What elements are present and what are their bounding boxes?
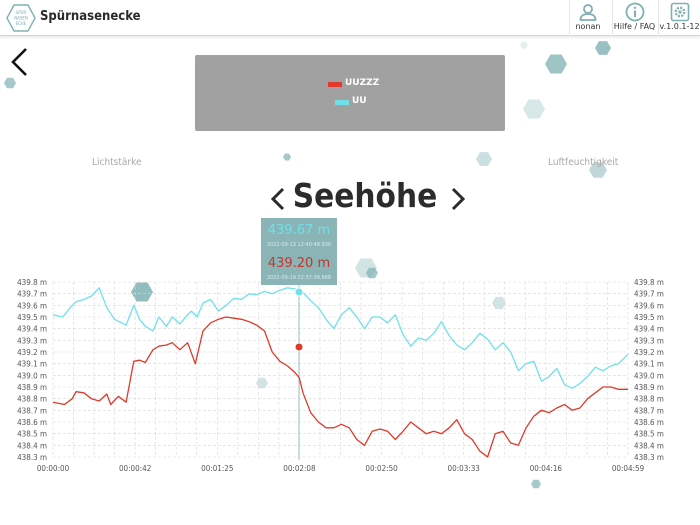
y-tick-label-right: 438.9 m bbox=[634, 383, 664, 392]
settings-button[interactable]: v.1.0.1-12 bbox=[658, 0, 700, 36]
app-header: SPÜR NASEN ECKE Spürnasenecke nonan Hilf… bbox=[0, 0, 700, 36]
y-tick-label-right: 438.6 m bbox=[634, 418, 664, 427]
user-button[interactable]: nonan bbox=[569, 0, 606, 36]
y-tick-label-left: 438.6 m bbox=[17, 418, 47, 427]
hexagon-shape bbox=[492, 296, 506, 310]
y-tick-label-right: 439.3 m bbox=[634, 336, 664, 345]
y-tick-label-right: 439.6 m bbox=[634, 301, 664, 310]
y-tick-label-left: 439.8 m bbox=[17, 278, 47, 287]
y-tick-label-left: 439.4 m bbox=[17, 325, 47, 334]
hover-point-series-2 bbox=[294, 342, 304, 352]
tooltip-value-2: 439.20 m bbox=[267, 256, 331, 271]
y-tick-label-left: 439.3 m bbox=[17, 336, 47, 345]
y-tick-label-right: 439.2 m bbox=[634, 348, 664, 357]
back-arrow-icon[interactable] bbox=[8, 46, 32, 78]
y-tick-label-left: 439.2 m bbox=[17, 348, 47, 357]
y-tick-label-right: 438.5 m bbox=[634, 430, 664, 439]
y-tick-label-right: 439.7 m bbox=[634, 290, 664, 299]
y-tick-label-right: 438.8 m bbox=[634, 395, 664, 404]
version-label: v.1.0.1-12 bbox=[659, 22, 700, 31]
x-tick-label: 00:04:59 bbox=[612, 464, 645, 473]
y-tick-label-right: 439.1 m bbox=[634, 360, 664, 369]
hexagon-shape bbox=[476, 152, 492, 166]
y-tick-label-left: 439.6 m bbox=[17, 301, 47, 310]
legend-label: UU bbox=[352, 96, 367, 106]
y-tick-label-left: 438.9 m bbox=[17, 383, 47, 392]
tooltip-time-2: 2022-09-19 22:57:09.668 bbox=[266, 275, 332, 281]
y-tick-label-right: 438.3 m bbox=[634, 453, 664, 462]
tooltip-time-1: 2022-09-13 12:40:48.930 bbox=[266, 242, 332, 248]
svg-text:ECKE: ECKE bbox=[16, 21, 27, 26]
y-tick-label-left: 438.3 m bbox=[17, 453, 47, 462]
hover-point-series-1 bbox=[294, 287, 304, 297]
hexagon-shape bbox=[545, 54, 567, 74]
x-tick-label: 00:03:33 bbox=[448, 464, 480, 473]
chart-tooltip: 439.67 m 2022-09-13 12:40:48.930 439.20 … bbox=[261, 218, 337, 285]
hexagon-shape bbox=[531, 479, 541, 489]
svg-text:NASEN: NASEN bbox=[14, 16, 28, 21]
user-label: nonan bbox=[575, 22, 601, 31]
x-tick-label: 00:00:00 bbox=[37, 464, 70, 473]
logo-icon[interactable]: SPÜR NASEN ECKE bbox=[6, 4, 36, 32]
hexagon-shape bbox=[283, 153, 291, 161]
metric-next-label[interactable]: Luftfeuchtigkeit bbox=[548, 157, 618, 168]
y-tick-label-right: 439.8 m bbox=[634, 278, 664, 287]
hexagon-shape bbox=[523, 99, 545, 119]
tooltip-value-1: 439.67 m bbox=[267, 223, 331, 238]
info-icon bbox=[625, 2, 644, 22]
chart-grid bbox=[52, 281, 629, 458]
chart-legend: UUZZZ UU bbox=[195, 55, 505, 131]
x-tick-label: 00:02:08 bbox=[283, 464, 316, 473]
y-tick-label-left: 439.0 m bbox=[17, 371, 47, 380]
y-tick-label-left: 438.4 m bbox=[17, 441, 47, 450]
legend-swatch bbox=[335, 100, 349, 105]
y-tick-label-left: 439.5 m bbox=[17, 313, 47, 322]
x-tick-label: 00:02:50 bbox=[365, 464, 398, 473]
x-tick-label: 00:04:16 bbox=[530, 464, 563, 473]
hexagon-shape bbox=[520, 41, 528, 49]
metric-prev-label[interactable]: Lichtstärke bbox=[92, 157, 142, 168]
x-tick-label: 00:00:42 bbox=[119, 464, 151, 473]
x-axis-ticks: 00:00:00 00:00:42 00:01:25 00:02:08 00:02:50… bbox=[37, 464, 645, 473]
y-tick-label-right: 438.7 m bbox=[634, 406, 664, 415]
hexagon-shape bbox=[256, 377, 268, 389]
legend-item-uu[interactable]: UU bbox=[195, 96, 505, 110]
y-tick-label-right: 439.5 m bbox=[634, 313, 664, 322]
y-tick-label-left: 438.7 m bbox=[17, 406, 47, 415]
hexagon-shape bbox=[595, 41, 611, 55]
chevron-right-icon[interactable] bbox=[450, 186, 466, 212]
y-tick-label-right: 438.4 m bbox=[634, 441, 664, 450]
legend-label: UUZZZ bbox=[345, 78, 380, 88]
app-title: Spürnasenecke bbox=[40, 9, 141, 24]
hexagon-shape bbox=[4, 77, 16, 89]
legend-swatch bbox=[328, 82, 342, 87]
user-icon bbox=[579, 4, 597, 21]
y-tick-label-right: 439.0 m bbox=[634, 371, 664, 380]
y-tick-label-left: 439.7 m bbox=[17, 290, 47, 299]
help-button[interactable]: Hilfe / FAQ bbox=[612, 0, 656, 36]
legend-item-uuzzz[interactable]: UUZZZ bbox=[195, 78, 505, 92]
x-tick-label: 00:01:25 bbox=[201, 464, 233, 473]
help-label: Hilfe / FAQ bbox=[613, 22, 656, 31]
y-tick-label-right: 439.4 m bbox=[634, 325, 664, 334]
settings-gear-icon bbox=[670, 2, 689, 22]
svg-text:SPÜR: SPÜR bbox=[16, 10, 27, 15]
y-tick-label-left: 438.5 m bbox=[17, 430, 47, 439]
metric-title: Seehöhe bbox=[292, 176, 438, 215]
y-tick-label-left: 438.8 m bbox=[17, 395, 47, 404]
y-tick-label-left: 439.1 m bbox=[17, 360, 47, 369]
hexagon-shape bbox=[131, 282, 153, 302]
